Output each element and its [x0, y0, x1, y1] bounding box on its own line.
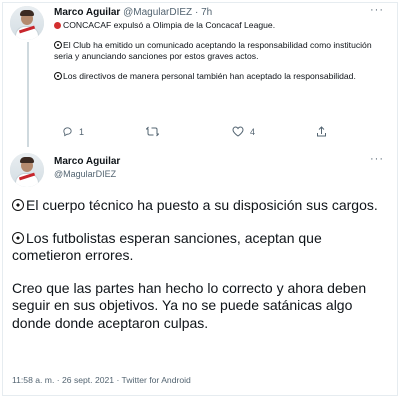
separator: · [194, 7, 199, 18]
tweet-text-1: El Club ha emitido un comunicado aceptan… [54, 39, 372, 62]
tweet-paragraph-1: El cuerpo técnico ha puesto a su disposi… [12, 197, 392, 215]
author-handle[interactable]: @MagularDIEZ [54, 168, 120, 180]
heart-icon [232, 126, 244, 137]
tweet-line-0: CONCACAF expulsó a Olimpia de la Concaca… [54, 20, 390, 32]
tweet-paragraph-1: El Club ha emitido un comunicado aceptan… [54, 40, 390, 63]
share-button[interactable] [316, 126, 327, 138]
tweet-text-2: Los directivos de manera personal tambié… [63, 70, 356, 81]
soccer-ball-icon [12, 199, 24, 211]
tweet-body: El cuerpo técnico ha puesto a su disposi… [12, 197, 392, 332]
tweet-meta[interactable]: 11:58 a. m. · 26 sept. 2021 · Twitter fo… [12, 375, 191, 385]
like-count: 4 [250, 126, 256, 137]
tweet-paragraph-2: Los futbolistas esperan sanciones, acept… [12, 230, 392, 265]
avatar[interactable] [10, 153, 44, 187]
share-icon [317, 126, 326, 137]
reply-button[interactable]: 1 [62, 126, 84, 137]
soccer-ball-icon [54, 71, 62, 80]
tweet-text-2: Los futbolistas esperan sanciones, acept… [12, 229, 322, 264]
retweet-button[interactable] [146, 126, 165, 137]
red-circle-icon [54, 22, 61, 29]
author-block[interactable]: Marco Aguilar @MagularDIEZ [54, 155, 120, 180]
soccer-ball-icon [54, 40, 62, 49]
tweet-paragraph-2: Los directivos de manera personal tambié… [54, 71, 390, 83]
author-handle[interactable]: @MagularDIEZ [123, 7, 192, 18]
tweet-text-1: El cuerpo técnico ha puesto a su disposi… [26, 197, 378, 213]
like-button[interactable]: 4 [232, 126, 255, 137]
tweet-time[interactable]: 7h [201, 7, 212, 18]
author-name[interactable]: Marco Aguilar [54, 155, 120, 168]
avatar[interactable] [10, 6, 44, 40]
more-icon[interactable]: ··· [370, 153, 384, 165]
tweet-text-0: CONCACAF expulsó a Olimpia de la Concaca… [63, 20, 276, 30]
tweet-paragraph-3: Creo que las partes han hecho lo correct… [12, 279, 367, 331]
more-icon[interactable]: ··· [370, 4, 384, 16]
tweet-header: Marco Aguilar @MagularDIEZ · 7h [54, 6, 390, 19]
retweet-icon [146, 126, 159, 137]
soccer-ball-icon [12, 231, 24, 244]
tweet-actions: 1 4 [54, 126, 354, 140]
thread-connector [27, 42, 29, 147]
author-name[interactable]: Marco Aguilar [54, 7, 120, 18]
reply-icon [63, 127, 72, 137]
reply-count: 1 [79, 126, 85, 137]
